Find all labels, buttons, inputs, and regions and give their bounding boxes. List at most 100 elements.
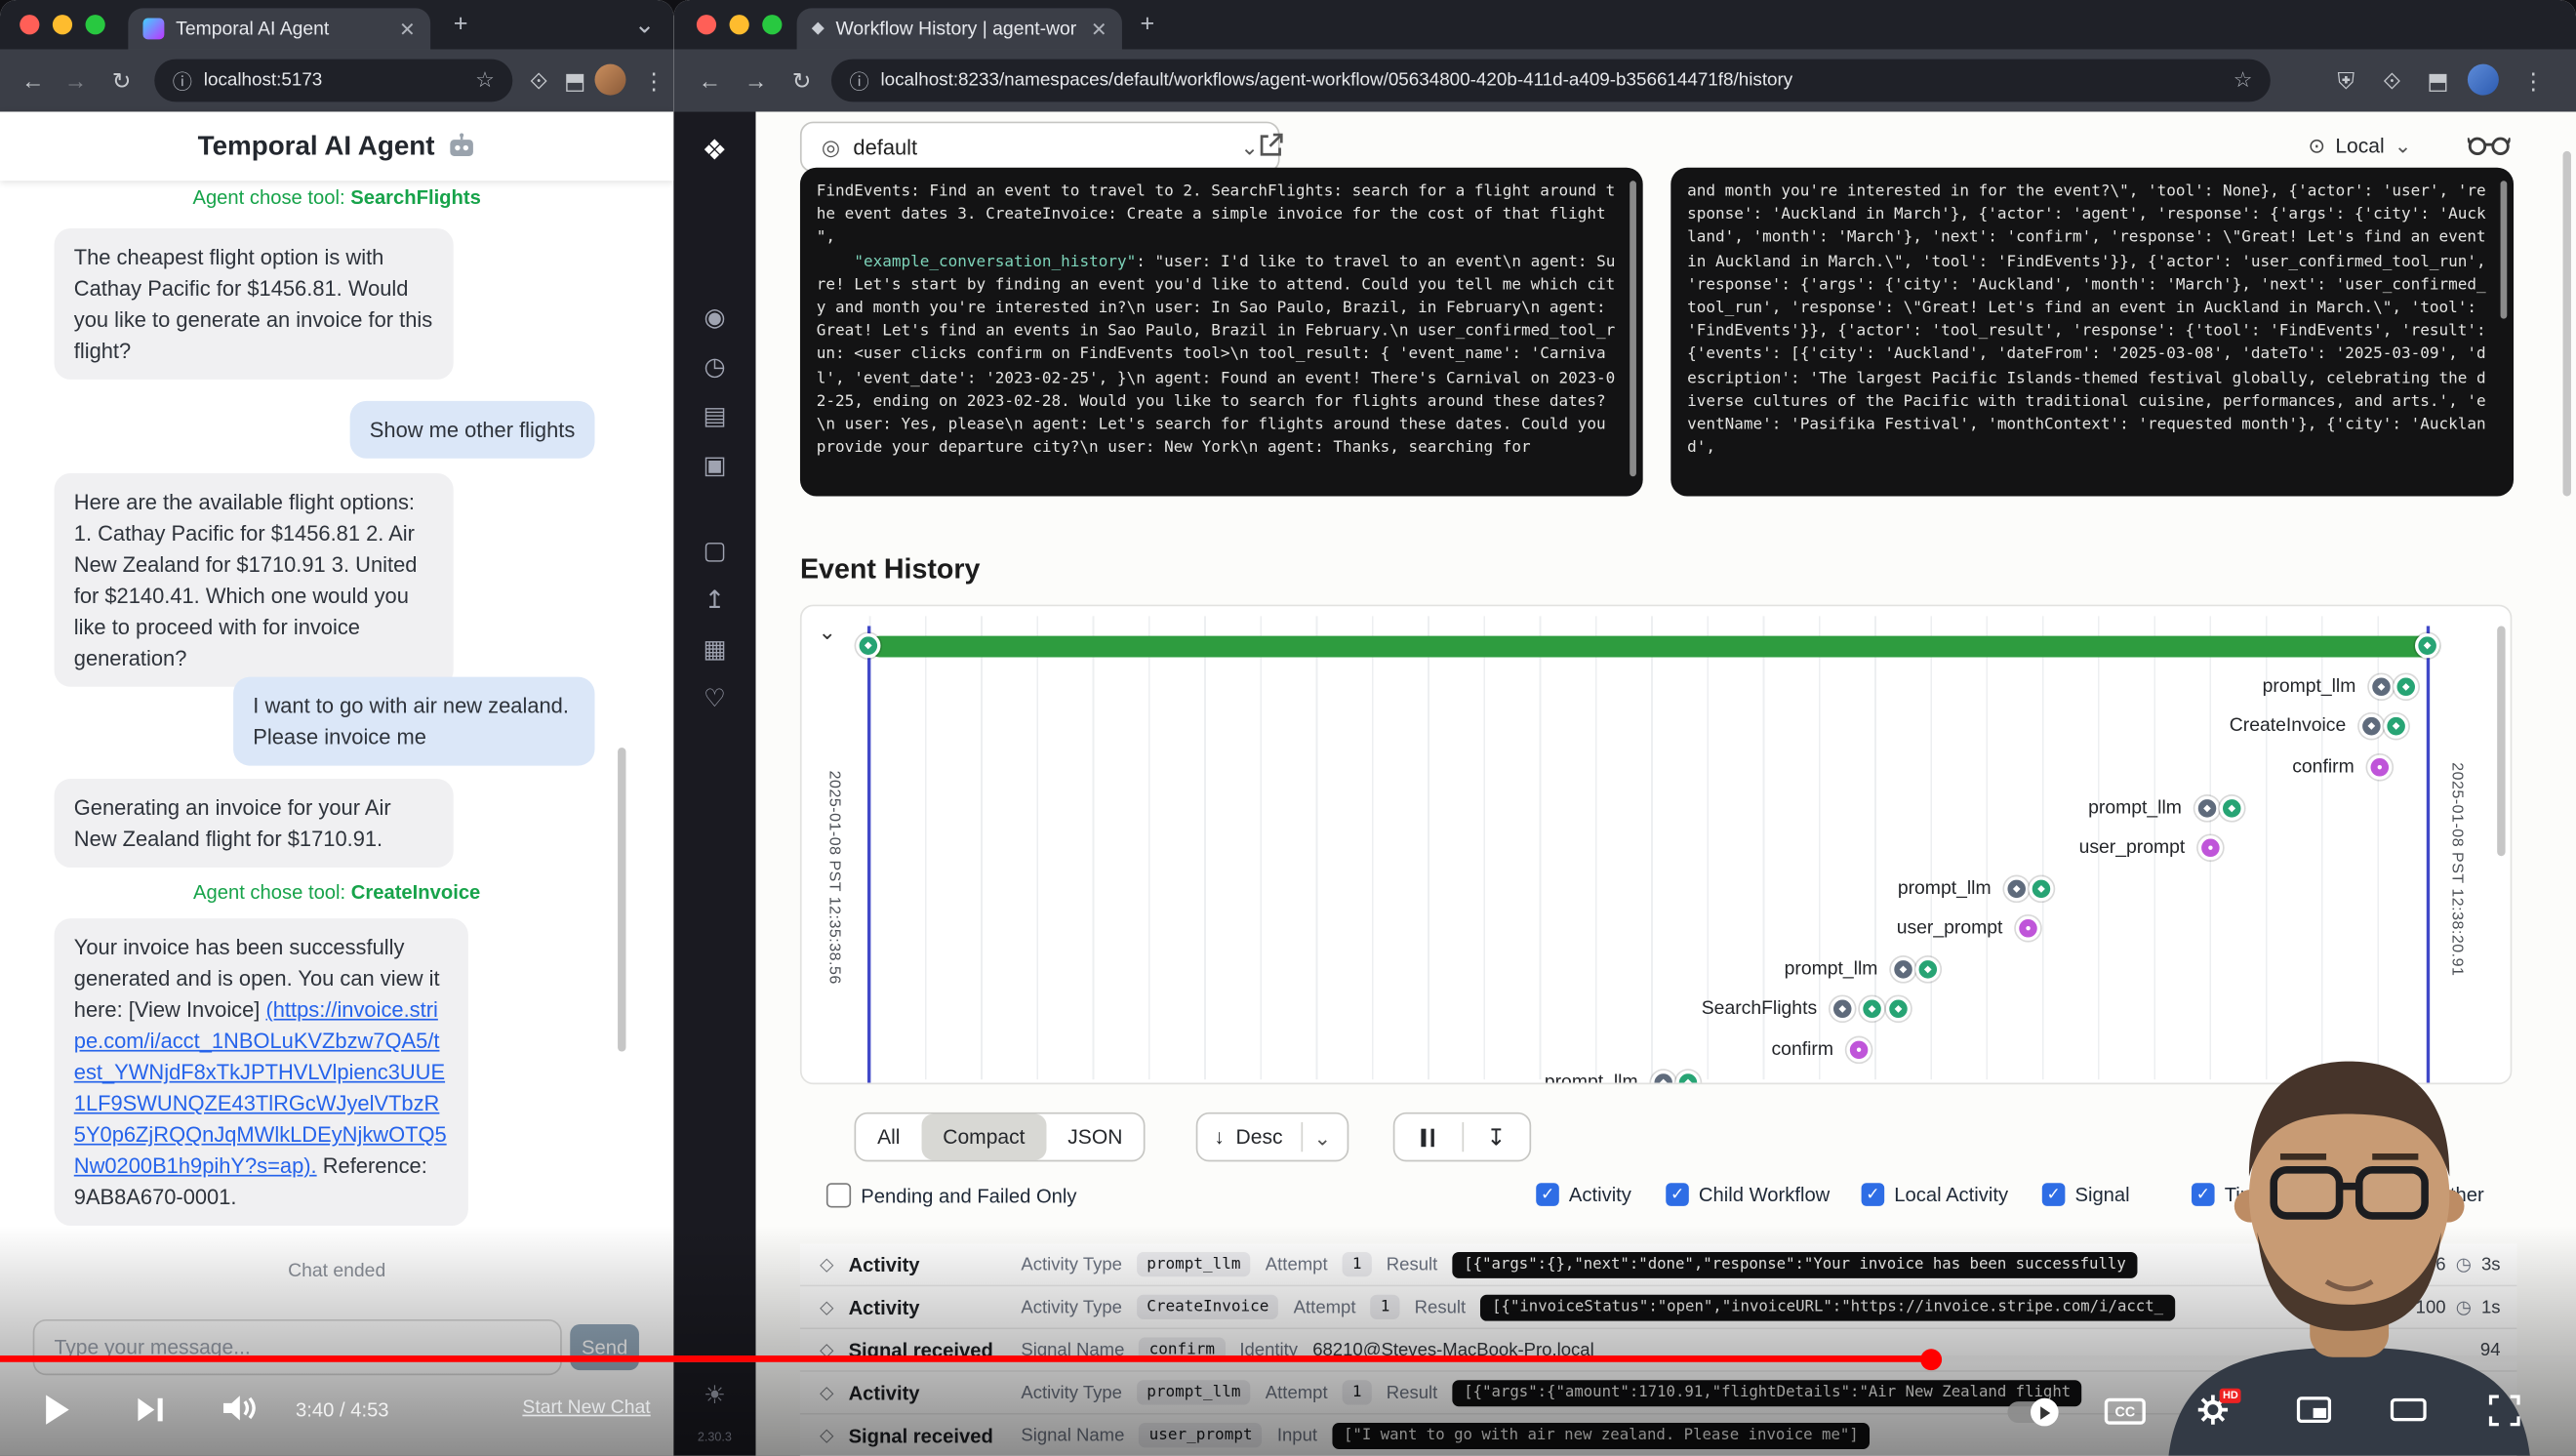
download-button[interactable]: ↧ bbox=[1463, 1123, 1529, 1152]
panel-scrollbar[interactable] bbox=[2501, 181, 2508, 318]
schedules-icon[interactable]: ◷ bbox=[673, 351, 755, 381]
import-icon[interactable]: ↥ bbox=[673, 585, 755, 614]
address-bar[interactable]: ⓘ localhost:5173 ☆ bbox=[154, 60, 512, 102]
activity-scheduled-marker[interactable]: ◆ bbox=[2004, 876, 2029, 901]
pending-failed-filter[interactable]: Pending and Failed Only bbox=[826, 1183, 1077, 1207]
reload-icon[interactable]: ↻ bbox=[782, 67, 821, 96]
back-icon[interactable]: ← bbox=[13, 67, 52, 94]
activity-scheduled-marker[interactable]: ◆ bbox=[2369, 674, 2394, 699]
signal-marker[interactable]: ● bbox=[1846, 1037, 1871, 1062]
volume-icon[interactable] bbox=[221, 1394, 260, 1423]
cluster-select[interactable]: ⊙ Local ⌄ bbox=[2309, 133, 2412, 157]
checkbox-checked[interactable]: ✓ bbox=[1862, 1183, 1885, 1206]
archival-icon[interactable]: ▣ bbox=[673, 450, 755, 479]
workflow-end-marker[interactable]: ◆ bbox=[2415, 633, 2439, 658]
signal-marker[interactable]: ● bbox=[2198, 835, 2223, 860]
close-tab-icon[interactable]: ✕ bbox=[1091, 18, 1107, 41]
external-link-icon[interactable] bbox=[1257, 132, 1285, 160]
filter-child-workflow[interactable]: ✓Child Workflow bbox=[1666, 1183, 1830, 1206]
address-bar[interactable]: ⓘ localhost:8233/namespaces/default/work… bbox=[831, 60, 2271, 102]
checkbox-checked[interactable]: ✓ bbox=[1536, 1183, 1559, 1206]
new-tab-icon[interactable]: + bbox=[454, 10, 468, 38]
chat-scrollbar[interactable] bbox=[618, 748, 625, 1051]
play-button[interactable] bbox=[46, 1395, 69, 1424]
activity-scheduled-marker[interactable]: ◆ bbox=[2194, 796, 2219, 821]
labs-glasses-icon[interactable] bbox=[2468, 133, 2511, 156]
filter-local-activity[interactable]: ✓Local Activity bbox=[1862, 1183, 2008, 1206]
autoplay-toggle[interactable] bbox=[2007, 1401, 2058, 1423]
site-info-icon[interactable]: ⓘ bbox=[173, 66, 192, 95]
activity-completed-marker[interactable]: ◆ bbox=[2384, 714, 2408, 739]
view-all-tab[interactable]: All bbox=[856, 1114, 921, 1160]
filter-signal[interactable]: ✓Signal bbox=[2042, 1183, 2130, 1206]
profile-avatar[interactable] bbox=[2468, 64, 2499, 96]
invoice-link[interactable]: (https://invoice.stripe.com/i/acct_1NBOL… bbox=[74, 997, 447, 1178]
site-info-icon[interactable]: ⓘ bbox=[849, 66, 868, 95]
zoom-window-icon[interactable] bbox=[86, 15, 105, 34]
extensions-puzzle-icon[interactable]: ⬒ bbox=[555, 67, 594, 96]
next-button[interactable] bbox=[138, 1398, 162, 1422]
activity-scheduled-marker[interactable]: ◆ bbox=[2359, 714, 2384, 739]
view-compact-tab[interactable]: Compact bbox=[921, 1114, 1046, 1160]
codec-icon[interactable]: ▢ bbox=[673, 536, 755, 565]
extension-ci-icon[interactable]: ⟐ bbox=[519, 67, 558, 96]
page-scrollbar[interactable] bbox=[2563, 151, 2571, 497]
sort-order-control[interactable]: ↓ Desc ⌄ bbox=[1196, 1112, 1349, 1162]
activity-completed-marker[interactable]: ◆ bbox=[1915, 957, 1940, 982]
shield-icon[interactable]: ⛨ bbox=[2326, 67, 2365, 96]
close-window-icon[interactable] bbox=[697, 15, 716, 34]
activity-scheduled-marker[interactable]: ◆ bbox=[1831, 996, 1855, 1021]
activity-completed-marker[interactable]: ◆ bbox=[2394, 674, 2418, 699]
zoom-window-icon[interactable] bbox=[762, 15, 782, 34]
workflow-input-panel[interactable]: FindEvents: Find an event to travel to 2… bbox=[800, 168, 1643, 497]
activity-completed-marker[interactable]: ◆ bbox=[2029, 876, 2053, 901]
forward-icon[interactable]: → bbox=[56, 67, 95, 94]
activity-started-marker[interactable]: ◆ bbox=[1860, 996, 1884, 1021]
collapse-chevron-icon[interactable]: ⌄ bbox=[818, 620, 835, 646]
progress-scrubber[interactable] bbox=[1920, 1348, 1942, 1369]
activity-completed-marker[interactable]: ◆ bbox=[2220, 796, 2244, 821]
bookmark-star-icon[interactable]: ☆ bbox=[475, 67, 495, 94]
view-json-tab[interactable]: JSON bbox=[1046, 1114, 1144, 1160]
theater-mode-icon[interactable] bbox=[2391, 1398, 2427, 1422]
signal-marker[interactable]: ● bbox=[2367, 755, 2392, 780]
checkbox-checked[interactable]: ✓ bbox=[1666, 1183, 1689, 1206]
activity-scheduled-marker[interactable]: ◆ bbox=[1891, 957, 1915, 982]
minimize-window-icon[interactable] bbox=[730, 15, 749, 34]
tab-search-icon[interactable]: ⌄ bbox=[634, 10, 655, 39]
filter-activity[interactable]: ✓Activity bbox=[1536, 1183, 1631, 1206]
signal-marker[interactable]: ● bbox=[2016, 916, 2040, 941]
namespace-select[interactable]: ◎ default ⌄ bbox=[800, 122, 1280, 173]
extensions-puzzle-icon[interactable]: ⬒ bbox=[2418, 67, 2457, 96]
captions-button[interactable]: CC bbox=[2105, 1398, 2146, 1425]
chevron-down-icon[interactable]: ⌄ bbox=[1313, 1124, 1331, 1149]
workflow-start-marker[interactable]: ◆ bbox=[856, 633, 880, 658]
new-tab-icon[interactable]: + bbox=[1140, 10, 1154, 38]
activity-completed-marker[interactable]: ◆ bbox=[1886, 996, 1911, 1021]
browser-tab[interactable]: Temporal AI Agent ✕ bbox=[128, 8, 430, 49]
start-new-chat-link[interactable]: Start New Chat bbox=[522, 1398, 650, 1418]
close-window-icon[interactable] bbox=[20, 15, 39, 34]
workflows-icon[interactable]: ◉ bbox=[673, 303, 755, 332]
workflow-execution-bar[interactable] bbox=[869, 636, 2440, 658]
timeline-scrollbar[interactable] bbox=[2497, 626, 2505, 856]
checkbox-unchecked[interactable] bbox=[826, 1183, 851, 1207]
back-icon[interactable]: ← bbox=[690, 67, 729, 94]
miniplayer-icon[interactable] bbox=[2297, 1396, 2331, 1423]
pause-button[interactable] bbox=[1394, 1128, 1461, 1147]
close-tab-icon[interactable]: ✕ bbox=[399, 18, 416, 41]
deployments-icon[interactable]: ▤ bbox=[673, 401, 755, 430]
browser-menu-icon[interactable]: ⋮ bbox=[634, 67, 673, 96]
browser-menu-icon[interactable]: ⋮ bbox=[2514, 67, 2553, 96]
extension-ci-icon[interactable]: ⟐ bbox=[2372, 67, 2411, 96]
reload-icon[interactable]: ↻ bbox=[101, 67, 141, 96]
bookmark-star-icon[interactable]: ☆ bbox=[2234, 67, 2253, 94]
panel-scrollbar[interactable] bbox=[1630, 181, 1636, 476]
workflow-result-panel[interactable]: and month you're interested in for the e… bbox=[1670, 168, 2514, 497]
checkbox-checked[interactable]: ✓ bbox=[2042, 1183, 2066, 1206]
fullscreen-icon[interactable] bbox=[2489, 1395, 2520, 1426]
support-icon[interactable]: ♡ bbox=[673, 683, 755, 712]
browser-tab[interactable]: ◆ Workflow History | agent-wor ✕ bbox=[797, 8, 1122, 49]
forward-icon[interactable]: → bbox=[736, 67, 775, 94]
profile-avatar[interactable] bbox=[594, 64, 625, 96]
